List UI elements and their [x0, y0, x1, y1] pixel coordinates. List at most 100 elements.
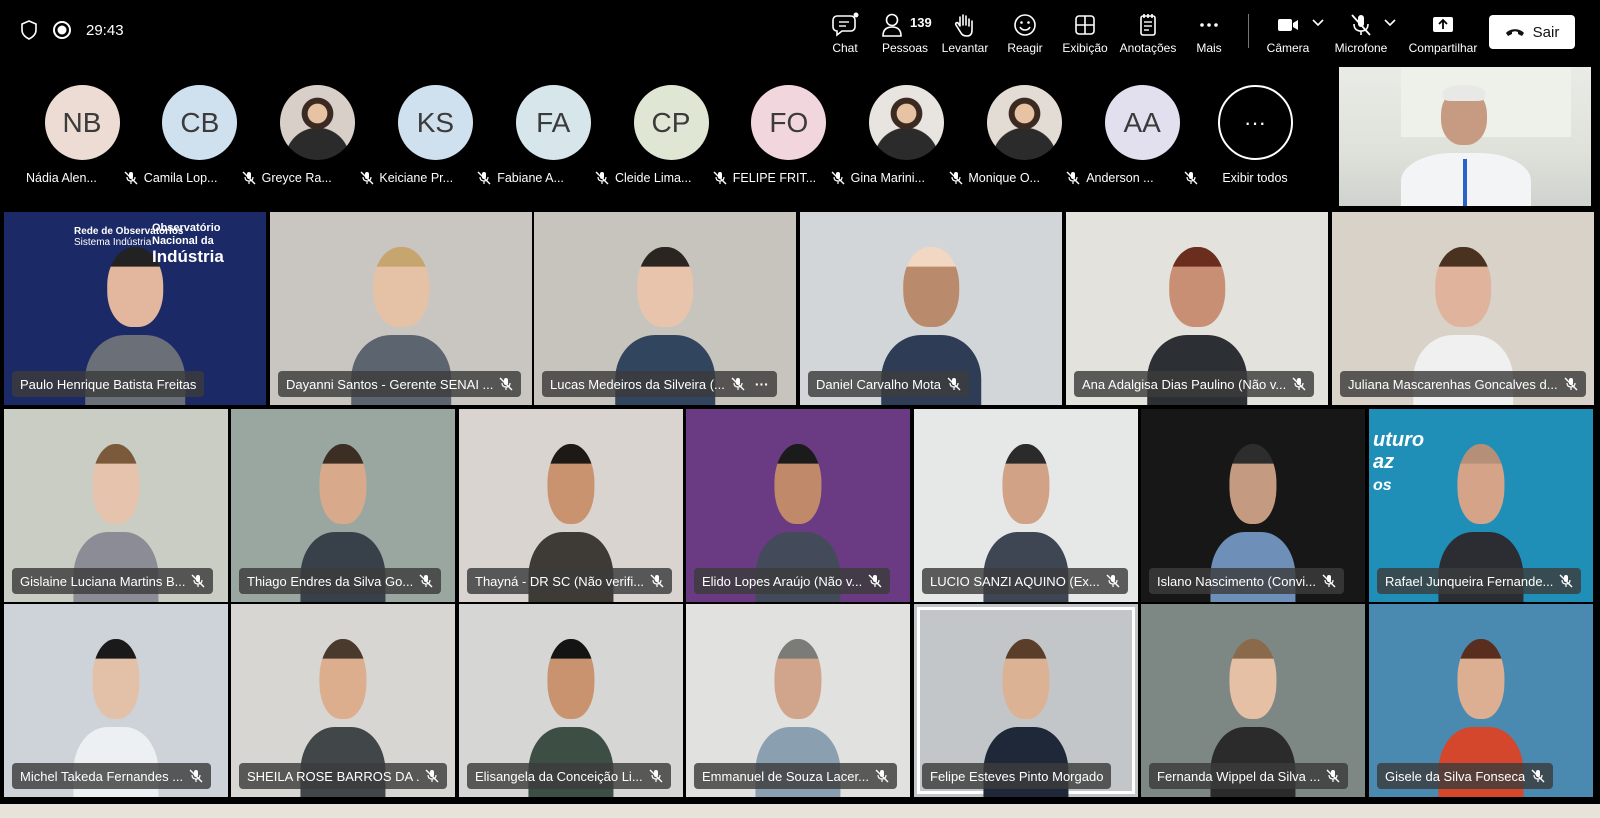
participant-video-tile[interactable]: Elisangela da Conceição Li... [459, 604, 683, 797]
participant-head [1002, 443, 1050, 525]
participant-head [92, 443, 140, 525]
participant-name: Fernanda Wippel da Silva ... [1157, 768, 1321, 784]
participant-name: Islano Nascimento (Convi... [1157, 573, 1316, 589]
avatar-name: Greyce Ra... [261, 171, 332, 185]
toolbar-divider [1248, 14, 1249, 48]
participant-name: Ana Adalgisa Dias Paulino (Não v... [1082, 376, 1287, 392]
avatar[interactable]: FO FELIPE FRIT... [733, 85, 845, 195]
notes-button[interactable]: Anotações [1113, 10, 1183, 58]
participant-video-tile[interactable]: Thiago Endres da Silva Go... [231, 409, 455, 602]
avatar[interactable]: Gina Marini... [851, 85, 963, 195]
participant-video-tile[interactable]: Dayanni Santos - Gerente SENAI ... [270, 212, 532, 405]
participant-name-tag: Gisele da Silva Fonseca [1377, 763, 1554, 789]
avatar-name: Nádia Alen... [26, 171, 97, 185]
camera-icon [1278, 19, 1298, 31]
participant-name: Gislaine Luciana Martins B... [20, 573, 186, 589]
mic-off-icon [1292, 377, 1306, 391]
share-label: Compartilhar [1408, 41, 1478, 55]
notes-label: Anotações [1119, 41, 1177, 55]
mic-label: Microfone [1334, 41, 1388, 55]
participant-video-tile[interactable]: LUCIO SANZI AQUINO (Ex... [914, 409, 1138, 602]
participant-video-tile[interactable]: Lucas Medeiros da Silveira (... ··· [534, 212, 796, 405]
leave-button[interactable]: Sair [1489, 15, 1575, 49]
avatar-photo [869, 85, 945, 160]
participant-head [547, 443, 595, 525]
avatar-name: Camila Lop... [143, 171, 218, 185]
mic-off-icon [875, 769, 889, 783]
participant-video-tile[interactable]: Islano Nascimento (Convi... [1141, 409, 1365, 602]
meeting-timer: 29:43 [86, 21, 124, 39]
participant-name-tag: Thiago Endres da Silva Go... [239, 568, 442, 594]
mic-off-icon [1106, 574, 1120, 588]
more-button[interactable]: Mais [1174, 10, 1244, 58]
avatar[interactable]: Monique O... [968, 85, 1080, 195]
participant-video-tile[interactable]: Elido Lopes Araújo (Não v... [686, 409, 910, 602]
participant-name-tag: Juliana Mascarenhas Goncalves d... [1340, 371, 1586, 397]
participant-name: LUCIO SANZI AQUINO (Ex... [930, 573, 1100, 589]
hang-up-icon [1505, 29, 1524, 36]
participant-video-tile[interactable]: Daniel Carvalho Mota [800, 212, 1062, 405]
share-screen-icon [1433, 17, 1453, 32]
participant-name: Paulo Henrique Batista Freitas [20, 376, 197, 392]
participant-video-tile[interactable]: Gisele da Silva Fonseca [1369, 604, 1593, 797]
participant-video-tile[interactable]: Fernanda Wippel da Silva ... [1141, 604, 1365, 797]
participant-name: SHEILA ROSE BARROS DA ... [247, 768, 419, 784]
avatar-name: Anderson ... [1086, 171, 1154, 185]
participant-name: Emmanuel de Souza Lacer... [702, 768, 869, 784]
participant-video-tile[interactable]: SHEILA ROSE BARROS DA ... [231, 604, 455, 797]
observatory-line3: Indústria [152, 247, 224, 266]
participant-name-tag: Dayanni Santos - Gerente SENAI ... [278, 371, 522, 397]
avatar[interactable]: Greyce Ra... [262, 85, 374, 195]
show-all-button[interactable]: ··· Exibir todos [1199, 85, 1311, 195]
share-button[interactable]: Compartilhar [1403, 10, 1483, 58]
self-view-video[interactable] [1339, 67, 1591, 206]
avatar-initials: NB [44, 85, 120, 160]
participant-name: Thiago Endres da Silva Go... [247, 573, 414, 589]
avatar-name: Gina Marini... [850, 171, 925, 185]
people-count: 139 [910, 15, 932, 30]
mic-off-icon [868, 574, 882, 588]
mic-off-icon [242, 171, 256, 190]
avatar[interactable]: FA Fabiane A... [497, 85, 609, 195]
participant-name: Lucas Medeiros da Silveira (... [550, 376, 725, 392]
participant-head [637, 246, 693, 328]
leave-label: Sair [1532, 23, 1560, 41]
participant-name-tag: Paulo Henrique Batista Freitas [12, 371, 205, 397]
participant-video-tile[interactable]: Felipe Esteves Pinto Morgado [914, 604, 1138, 797]
avatar[interactable]: AA Anderson ... [1086, 85, 1198, 195]
participant-video-tile[interactable]: Emmanuel de Souza Lacer... [686, 604, 910, 797]
meeting-status: 29:43 [20, 20, 124, 40]
participant-name: Elido Lopes Araújo (Não v... [702, 573, 863, 589]
view-button[interactable]: Exibição [1050, 10, 1120, 58]
more-icon: ··· [1217, 85, 1293, 160]
avatar-initials: FO [751, 85, 827, 160]
more-options-icon[interactable]: ··· [755, 376, 769, 392]
avatar[interactable]: KS Keiciane Pr... [379, 85, 491, 195]
smile-icon [1014, 14, 1036, 36]
participant-video-tile[interactable]: Thayná - DR SC (Não verifi... [459, 409, 683, 602]
participant-video-tile[interactable]: Juliana Mascarenhas Goncalves d... [1332, 212, 1594, 405]
avatar[interactable]: CB Camila Lop... [144, 85, 256, 195]
avatar-initials: KS [397, 85, 473, 160]
avatar-name: Cleide Lima... [615, 171, 692, 185]
mic-off-icon [713, 171, 727, 190]
more-icon [1200, 23, 1218, 27]
participant-head [1457, 443, 1505, 525]
mic-off-icon [360, 171, 374, 190]
participant-video-tile[interactable]: Michel Takeda Fernandes ... [4, 604, 228, 797]
participant-head [1229, 638, 1277, 720]
camera-chevron-down-icon[interactable] [1310, 14, 1326, 30]
participant-video-tile[interactable]: Rede de Observatórios Sistema Indústria Ob… [4, 212, 266, 405]
avatar-name: Fabiane A... [497, 171, 564, 185]
participant-video-tile[interactable]: Ana Adalgisa Dias Paulino (Não v... [1066, 212, 1328, 405]
participant-video-tile[interactable]: Gislaine Luciana Martins B... [4, 409, 228, 602]
avatar[interactable]: NB Nádia Alen... [26, 85, 138, 195]
mic-off-icon [1351, 14, 1371, 36]
participant-name-tag: Fernanda Wippel da Silva ... [1149, 763, 1349, 789]
mic-chevron-down-icon[interactable] [1382, 14, 1398, 30]
participant-video-tile[interactable]: uturo az os Rafael Junqueira Fernande... [1369, 409, 1593, 602]
chat-icon [832, 12, 859, 37]
participant-head [92, 638, 140, 720]
participant-head [1229, 443, 1277, 525]
avatar[interactable]: CP Cleide Lima... [615, 85, 727, 195]
